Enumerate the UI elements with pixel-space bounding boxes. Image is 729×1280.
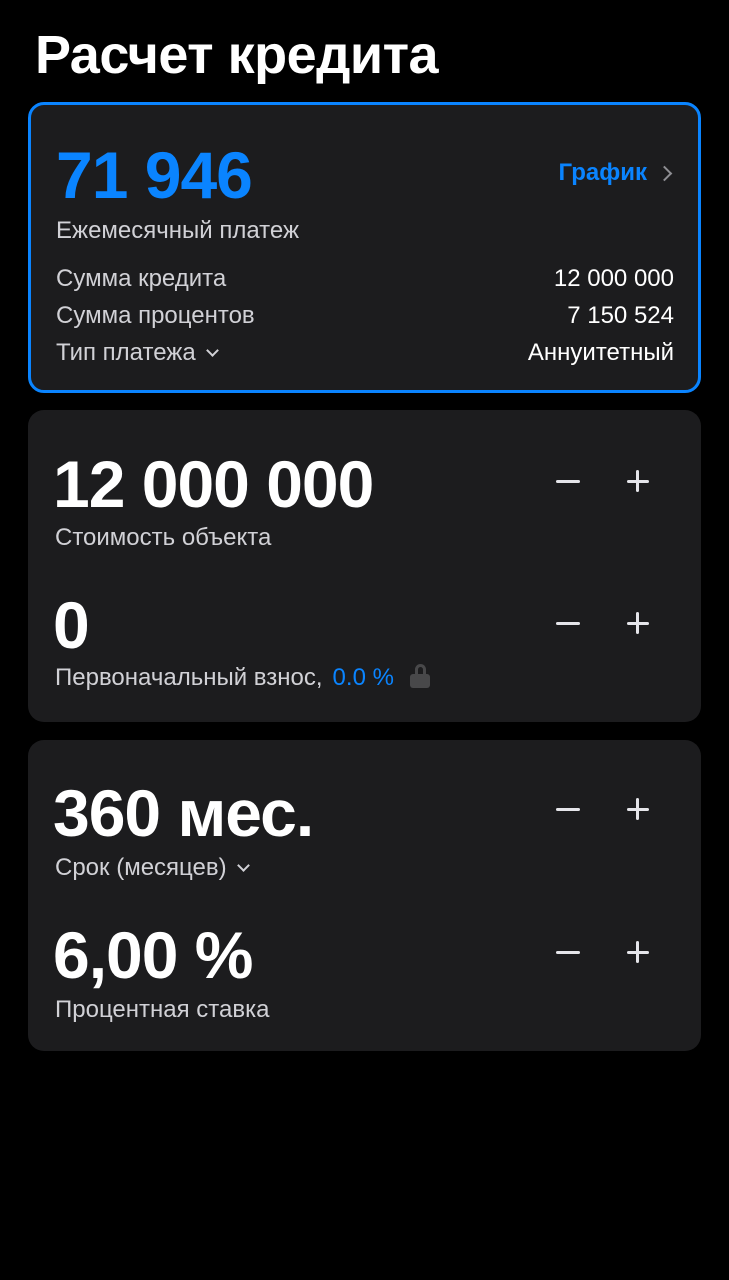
loan-term-stepper [533, 788, 673, 832]
interest-rate-label: Процентная ставка [55, 996, 270, 1023]
schedule-link[interactable]: График [559, 159, 674, 187]
chevron-down-icon [205, 344, 219, 357]
payment-type-label: Тип платежа [56, 339, 196, 366]
loan-term-label: Срок (месяцев) [55, 854, 227, 881]
down-payment-label: Первоначальный взнос, [55, 664, 323, 691]
property-card: 12 000 000 Стоимость объекта 0 Первонача… [28, 410, 701, 722]
loan-term-increase-button[interactable] [603, 788, 673, 832]
minus-icon [556, 808, 580, 811]
page-title: Расчет кредита [35, 25, 439, 85]
minus-icon [556, 951, 580, 954]
payment-summary-card: 71 946 График Ежемесячный платеж Сумма к… [28, 102, 701, 393]
loan-term-value[interactable]: 360 мес. [53, 775, 314, 851]
down-payment-stepper [533, 602, 673, 646]
down-payment-decrease-button[interactable] [533, 602, 603, 646]
down-payment-value[interactable]: 0 [53, 587, 90, 663]
property-cost-value[interactable]: 12 000 000 [53, 446, 374, 522]
minus-icon [556, 622, 580, 625]
down-payment-increase-button[interactable] [603, 602, 673, 646]
interest-total-label: Сумма процентов [56, 302, 255, 329]
loan-terms-card: 360 мес. Срок (месяцев) 6,00 % Процентна… [28, 740, 701, 1051]
lock-icon[interactable] [409, 664, 430, 688]
interest-rate-increase-button[interactable] [603, 931, 673, 975]
property-cost-stepper [533, 460, 673, 504]
payment-type-value: Аннуитетный [527, 339, 674, 366]
chevron-down-icon [236, 859, 250, 872]
interest-total-value: 7 150 524 [567, 302, 674, 329]
loan-amount-value: 12 000 000 [553, 265, 674, 292]
loan-term-decrease-button[interactable] [533, 788, 603, 832]
loan-term-unit-dropdown[interactable]: Срок (месяцев) [55, 853, 250, 883]
property-cost-label: Стоимость объекта [55, 524, 272, 551]
interest-rate-value[interactable]: 6,00 % [53, 917, 253, 993]
interest-rate-stepper [533, 931, 673, 975]
property-cost-increase-button[interactable] [603, 460, 673, 504]
payment-type-dropdown[interactable]: Тип платежа [56, 338, 219, 368]
chevron-right-icon [656, 165, 673, 181]
loan-amount-label: Сумма кредита [56, 265, 227, 292]
monthly-payment-value: 71 946 [56, 138, 253, 212]
interest-rate-decrease-button[interactable] [533, 931, 603, 975]
property-cost-decrease-button[interactable] [533, 460, 603, 504]
down-payment-label-row: Первоначальный взнос, 0.0 % [55, 663, 430, 693]
monthly-payment-label: Ежемесячный платеж [56, 217, 300, 244]
minus-icon [556, 480, 580, 483]
schedule-link-label: График [558, 159, 647, 186]
down-payment-percent[interactable]: 0.0 % [333, 664, 394, 691]
